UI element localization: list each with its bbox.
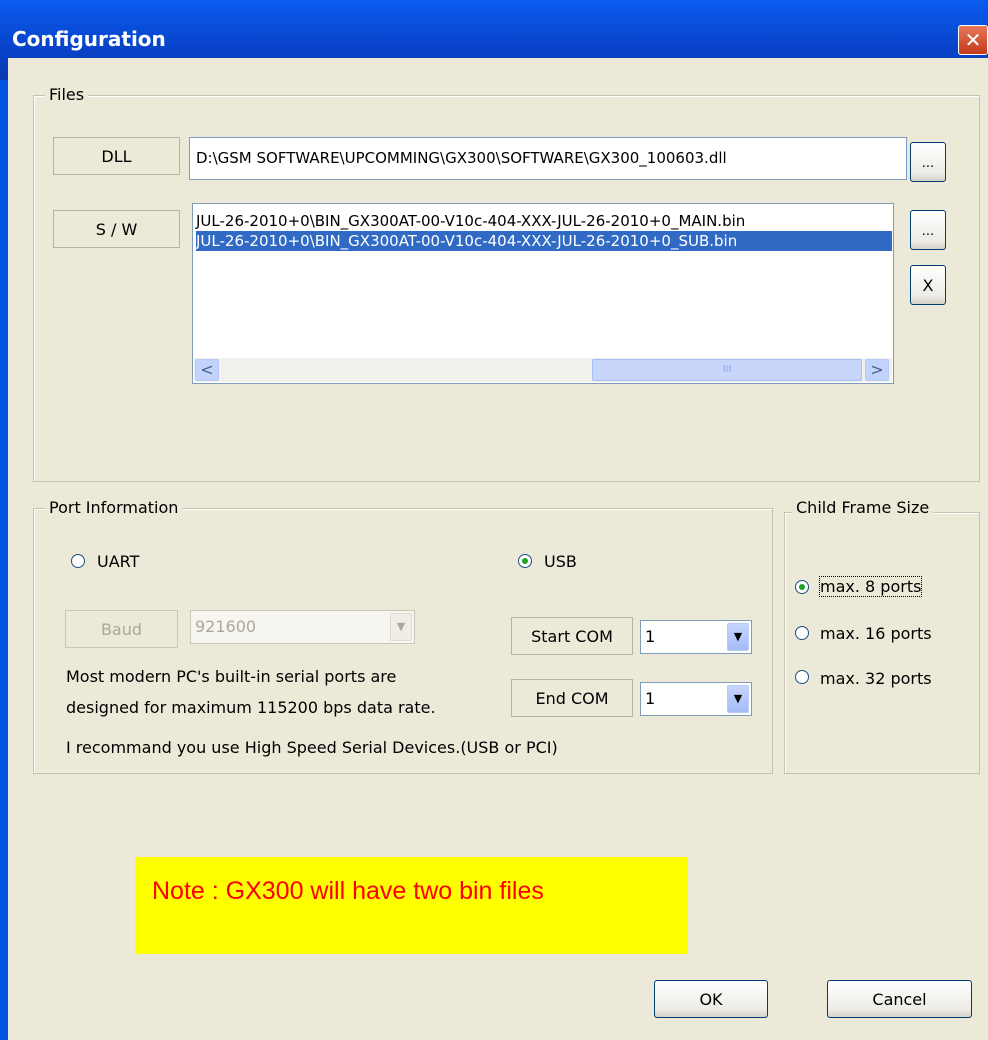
port-information-legend: Port Information — [45, 498, 183, 517]
scroll-right-button[interactable]: > — [865, 359, 889, 381]
chevron-down-icon: ▼ — [390, 613, 412, 641]
sw-file-list[interactable]: JUL-26-2010+0\BIN_GX300AT-00-V10c-404-XX… — [192, 203, 894, 384]
sw-label: S / W — [53, 210, 180, 248]
dll-browse-button[interactable]: ... — [910, 142, 946, 182]
horizontal-scrollbar[interactable]: < III > — [194, 358, 892, 382]
max-16-ports-label[interactable]: max. 16 ports — [820, 624, 932, 643]
chevron-down-icon[interactable]: ▼ — [727, 685, 749, 713]
end-com-select[interactable]: 1 ▼ — [640, 682, 752, 716]
child-frame-size-legend: Child Frame Size — [792, 498, 934, 517]
dll-path-field[interactable]: D:\GSM SOFTWARE\UPCOMMING\GX300\SOFTWARE… — [189, 137, 907, 180]
start-com-value: 1 — [645, 627, 656, 646]
configuration-window: Configuration ✕ Files DLL D:\GSM SOFTWAR… — [0, 0, 988, 1040]
end-com-value: 1 — [645, 689, 656, 708]
recommendation-text: I recommand you use High Speed Serial De… — [66, 738, 558, 757]
sw-list-item[interactable]: JUL-26-2010+0\BIN_GX300AT-00-V10c-404-XX… — [196, 211, 892, 231]
max-8-ports-label[interactable]: max. 8 ports — [818, 576, 923, 597]
uart-radio[interactable] — [71, 554, 85, 568]
sw-browse-button[interactable]: ... — [910, 210, 946, 250]
scroll-thumb[interactable]: III — [592, 359, 862, 381]
chevron-right-icon: > — [870, 360, 884, 379]
note-annotation: Note : GX300 will have two bin files — [135, 857, 688, 954]
max-32-ports-label[interactable]: max. 32 ports — [820, 669, 932, 688]
note-text: Note : GX300 will have two bin files — [152, 877, 544, 905]
cancel-button[interactable]: Cancel — [827, 980, 972, 1018]
sw-remove-button[interactable]: X — [910, 265, 946, 305]
close-button[interactable]: ✕ — [958, 25, 988, 55]
chevron-down-icon[interactable]: ▼ — [727, 623, 749, 651]
max-32-ports-radio[interactable] — [795, 670, 809, 684]
usb-radio-label[interactable]: USB — [544, 552, 577, 571]
scroll-left-button[interactable]: < — [195, 359, 219, 381]
max-8-ports-radio[interactable] — [795, 580, 809, 594]
baud-select: 921600 ▼ — [190, 610, 415, 644]
close-icon: ✕ — [964, 28, 982, 52]
start-com-label: Start COM — [511, 617, 633, 655]
baud-label: Baud — [65, 610, 178, 648]
info-line-2: designed for maximum 115200 bps data rat… — [66, 698, 436, 717]
sw-list-item-selected[interactable]: JUL-26-2010+0\BIN_GX300AT-00-V10c-404-XX… — [196, 231, 892, 251]
max-16-ports-radio[interactable] — [795, 626, 809, 640]
baud-value: 921600 — [195, 617, 257, 636]
ok-button[interactable]: OK — [654, 980, 768, 1018]
usb-radio[interactable] — [518, 554, 532, 568]
uart-radio-label[interactable]: UART — [97, 552, 139, 571]
window-title: Configuration — [12, 27, 166, 51]
dll-label: DLL — [53, 137, 180, 175]
child-frame-size-group — [784, 512, 980, 774]
files-legend: Files — [45, 85, 89, 104]
start-com-select[interactable]: 1 ▼ — [640, 620, 752, 654]
chevron-left-icon: < — [200, 360, 214, 379]
end-com-label: End COM — [511, 679, 633, 717]
info-line-1: Most modern PC's built-in serial ports a… — [66, 667, 397, 686]
